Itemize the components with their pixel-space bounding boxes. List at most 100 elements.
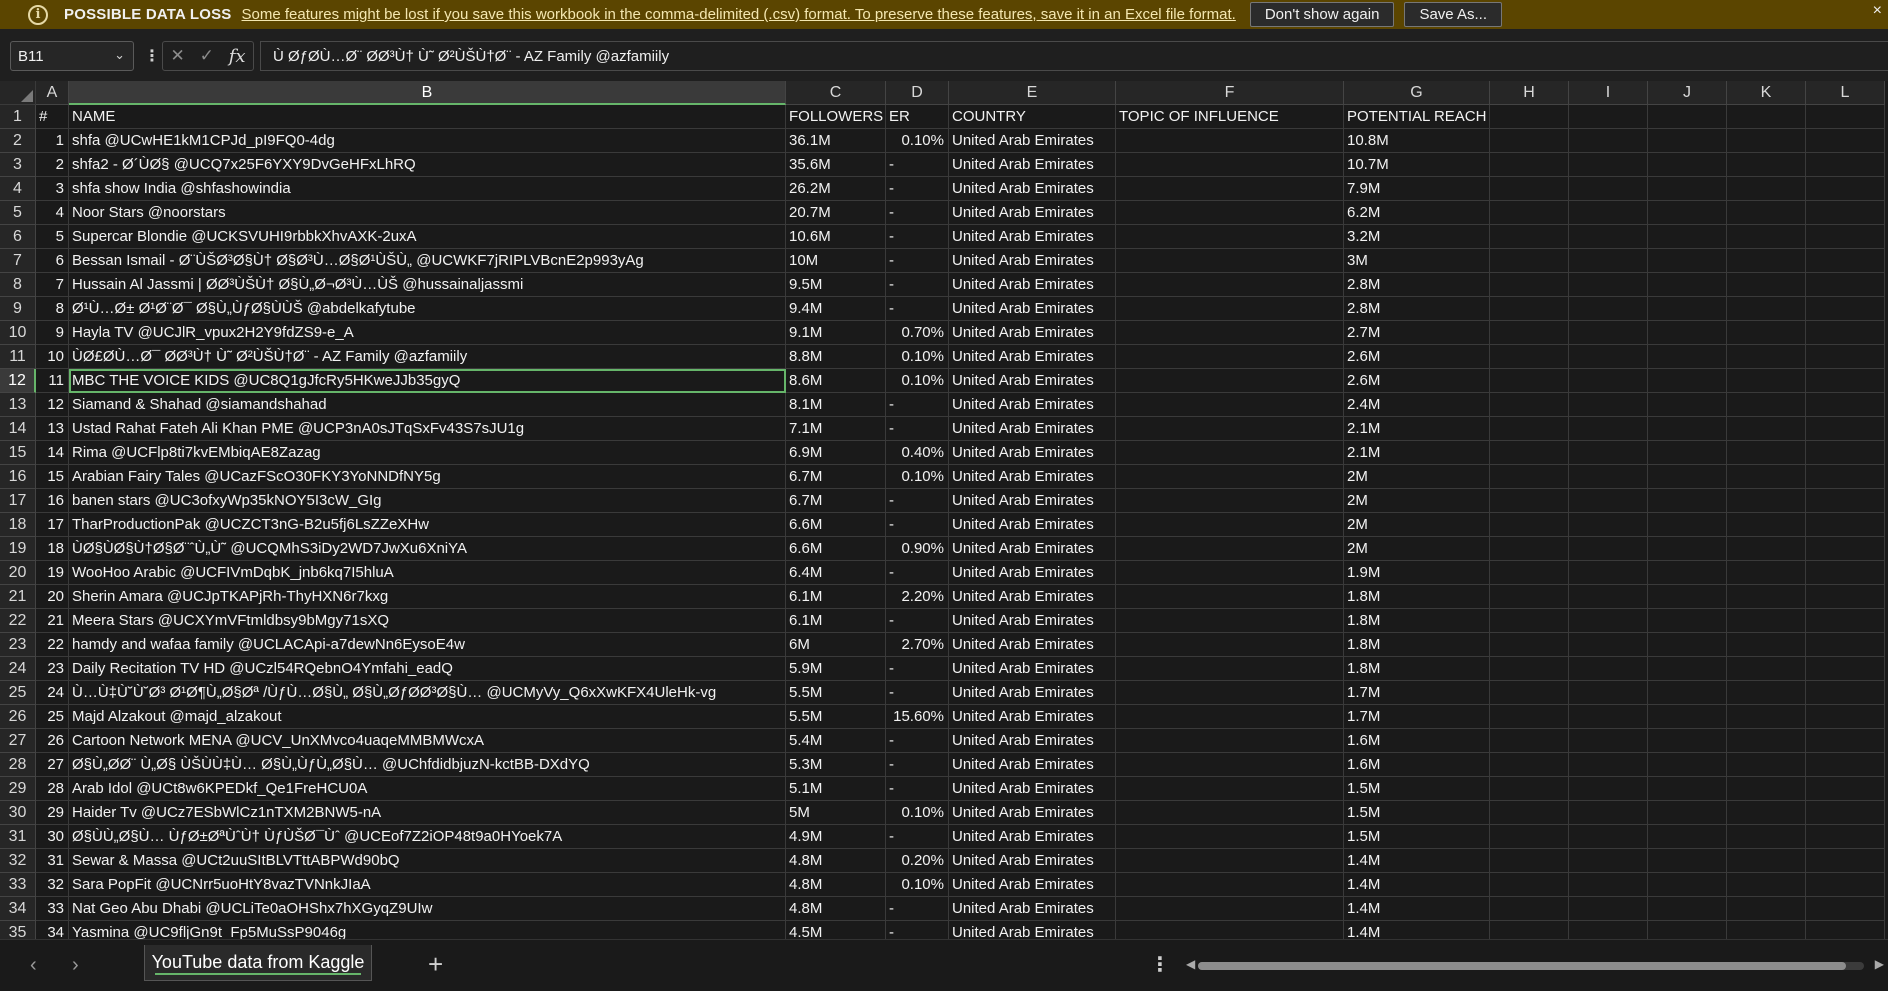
cell-k[interactable] — [1727, 465, 1806, 489]
cell-b[interactable]: Ø§Ù„Ø­Ø¨ Ù„Ø§ ÙŠÙÙ‡Ù… Ø§Ù„ÙƒÙ„Ø§Ù… @UChf… — [69, 753, 786, 777]
cell-h[interactable] — [1490, 873, 1569, 897]
cell-e[interactable]: United Arab Emirates — [949, 441, 1116, 465]
cell-k[interactable] — [1727, 921, 1806, 939]
cell-h[interactable] — [1490, 657, 1569, 681]
cell-h[interactable] — [1490, 273, 1569, 297]
cell-d[interactable]: 0.20% — [886, 849, 949, 873]
cell-d[interactable]: 0.10% — [886, 369, 949, 393]
cell-j[interactable] — [1648, 129, 1727, 153]
cell-b[interactable]: Majd Alzakout @majd_alzakout — [69, 705, 786, 729]
cell-f[interactable] — [1116, 681, 1344, 705]
cell-e[interactable]: United Arab Emirates — [949, 585, 1116, 609]
cell-a[interactable]: 26 — [36, 729, 69, 753]
cell-i[interactable] — [1569, 513, 1648, 537]
cell-g[interactable]: 1.9M — [1344, 561, 1490, 585]
column-header-i[interactable]: I — [1569, 81, 1648, 105]
horizontal-scrollbar[interactable]: ◀ ▶ — [1186, 957, 1886, 973]
cell-k[interactable] — [1727, 225, 1806, 249]
cell-j[interactable] — [1648, 633, 1727, 657]
cell-l[interactable] — [1806, 369, 1885, 393]
cell-l[interactable] — [1806, 537, 1885, 561]
cell-h[interactable] — [1490, 345, 1569, 369]
cell-i[interactable] — [1569, 225, 1648, 249]
row-number[interactable]: 29 — [0, 777, 36, 801]
cell-l[interactable] — [1806, 273, 1885, 297]
row-number[interactable]: 3 — [0, 153, 36, 177]
cell-f[interactable] — [1116, 345, 1344, 369]
cell-j[interactable] — [1648, 417, 1727, 441]
row-number[interactable]: 19 — [0, 537, 36, 561]
cell-e[interactable]: United Arab Emirates — [949, 897, 1116, 921]
cell-i[interactable] — [1569, 321, 1648, 345]
cell-l[interactable] — [1806, 153, 1885, 177]
cell-i[interactable] — [1569, 777, 1648, 801]
cell-g[interactable]: 1.5M — [1344, 777, 1490, 801]
cell-f[interactable] — [1116, 273, 1344, 297]
cell-a[interactable]: 27 — [36, 753, 69, 777]
cell-f[interactable] — [1116, 825, 1344, 849]
cell-b[interactable]: Ø§ÙÙ„Ø§Ù… ÙƒØ±ØªÙˆÙ† ÙƒÙŠØ¯Ùˆ @UCEof7Z2i… — [69, 825, 786, 849]
cell-a[interactable]: 11 — [36, 369, 69, 393]
cell-j[interactable] — [1648, 225, 1727, 249]
cell-i[interactable] — [1569, 873, 1648, 897]
cell-h[interactable] — [1490, 801, 1569, 825]
cell-k[interactable] — [1727, 777, 1806, 801]
cell-a[interactable]: 1 — [36, 129, 69, 153]
cell-k[interactable] — [1727, 249, 1806, 273]
cell-j[interactable] — [1648, 777, 1727, 801]
cell-k[interactable] — [1727, 273, 1806, 297]
cell-a[interactable]: 31 — [36, 849, 69, 873]
cell-d[interactable]: 2.70% — [886, 633, 949, 657]
cell-f[interactable] — [1116, 777, 1344, 801]
scroll-thumb[interactable] — [1198, 962, 1846, 970]
row-number[interactable]: 32 — [0, 849, 36, 873]
cell-h[interactable] — [1490, 609, 1569, 633]
cell-k[interactable] — [1727, 897, 1806, 921]
row-number[interactable]: 26 — [0, 705, 36, 729]
cell-j[interactable] — [1648, 249, 1727, 273]
cell-k[interactable] — [1727, 489, 1806, 513]
cell-j[interactable] — [1648, 753, 1727, 777]
cell-f[interactable] — [1116, 513, 1344, 537]
cell-i[interactable] — [1569, 681, 1648, 705]
cell-j[interactable] — [1648, 465, 1727, 489]
cell-a[interactable]: 16 — [36, 489, 69, 513]
cell-l[interactable] — [1806, 441, 1885, 465]
cell-b[interactable]: Sewar & Massa @UCt2uuSItBLVTttABPWd90bQ — [69, 849, 786, 873]
cell-g[interactable]: 3M — [1344, 249, 1490, 273]
cell-b[interactable]: hamdy and wafaa family @UCLACApi-a7dewNn… — [69, 633, 786, 657]
cell-b[interactable]: Supercar Blondie @UCKSVUHI9rbbkXhvAXK-2u… — [69, 225, 786, 249]
cell-d[interactable]: - — [886, 273, 949, 297]
cell-a[interactable]: 29 — [36, 801, 69, 825]
cell-g[interactable]: 1.8M — [1344, 657, 1490, 681]
cell-b[interactable]: Arabian Fairy Tales @UCazFScO30FKY3YoNND… — [69, 465, 786, 489]
cell-h[interactable] — [1490, 921, 1569, 939]
cell-b[interactable]: Nat Geo Abu Dhabi @UCLiTe0aOHShx7hXGyqZ9… — [69, 897, 786, 921]
scroll-left-icon[interactable]: ◀ — [1186, 957, 1195, 971]
cell-k[interactable] — [1727, 681, 1806, 705]
cell-c[interactable]: 8.1M — [786, 393, 886, 417]
cell-i[interactable] — [1569, 297, 1648, 321]
cell-b[interactable]: shfa show India @shfashowindia — [69, 177, 786, 201]
cell-f[interactable] — [1116, 849, 1344, 873]
column-header-f[interactable]: F — [1116, 81, 1344, 105]
cell-d[interactable]: - — [886, 225, 949, 249]
cell-b[interactable]: Haider Tv @UCz7ESbWlCz1nTXM2BNW5-nA — [69, 801, 786, 825]
cell-f[interactable] — [1116, 465, 1344, 489]
cell-g[interactable]: 3.2M — [1344, 225, 1490, 249]
dont-show-again-button[interactable]: Don't show again — [1249, 2, 1395, 27]
cell-g[interactable]: 10.8M — [1344, 129, 1490, 153]
cell-b[interactable]: MBC THE VOICE KIDS @UC8Q1gJfcRy5HKweJJb3… — [69, 369, 786, 393]
cell-c[interactable]: FOLLOWERS — [786, 105, 886, 129]
cell-c[interactable]: 5.3M — [786, 753, 886, 777]
cell-c[interactable]: 6.1M — [786, 609, 886, 633]
select-all-corner[interactable] — [0, 81, 36, 105]
cell-l[interactable] — [1806, 249, 1885, 273]
cell-g[interactable]: 1.7M — [1344, 681, 1490, 705]
cell-j[interactable] — [1648, 513, 1727, 537]
cell-b[interactable]: shfa @UCwHE1kM1CPJd_pI9FQ0-4dg — [69, 129, 786, 153]
cell-g[interactable]: 2M — [1344, 465, 1490, 489]
cell-a[interactable]: 17 — [36, 513, 69, 537]
row-number[interactable]: 28 — [0, 753, 36, 777]
cell-l[interactable] — [1806, 753, 1885, 777]
